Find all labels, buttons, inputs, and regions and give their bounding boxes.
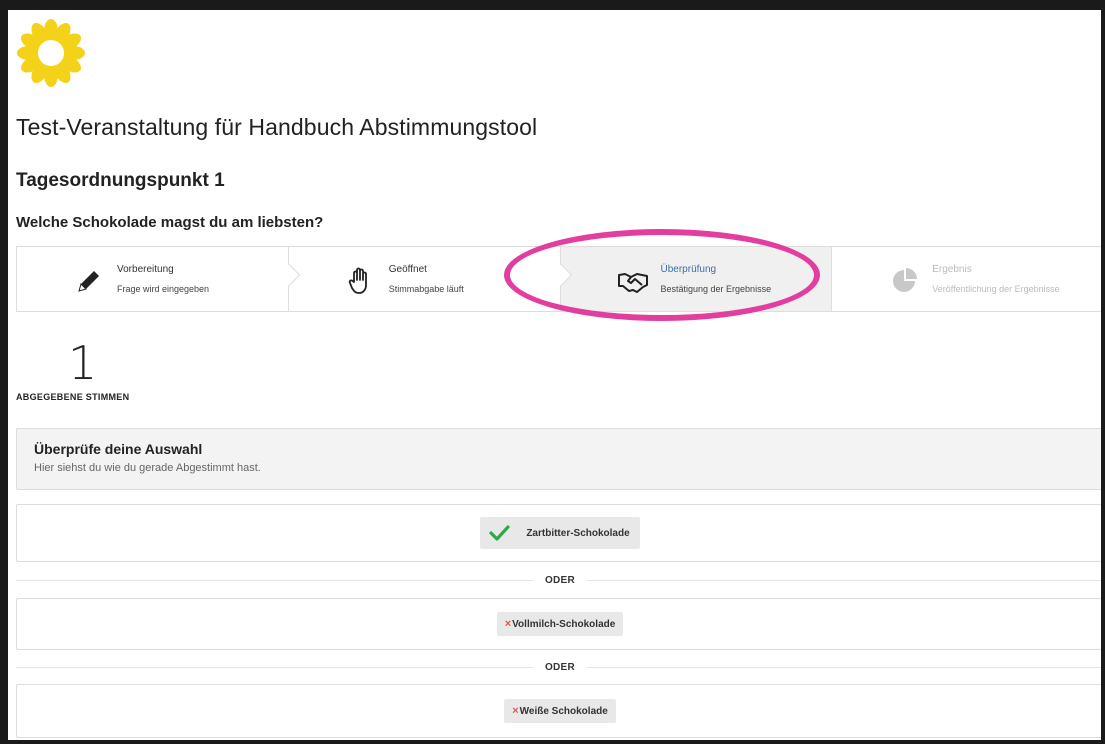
review-panel: Überprüfe deine Auswahl Hier siehst du w… <box>16 428 1101 490</box>
step-geoeffnet: Geöffnet Stimmabgabe läuft <box>287 247 572 311</box>
progress-steps: Vorbereitung Frage wird eingegeben Geöff… <box>16 246 1101 312</box>
pencil-icon <box>78 271 99 292</box>
handshake-icon <box>617 273 648 293</box>
step-vorbereitung: Vorbereitung Frage wird eingegeben <box>17 247 301 311</box>
question-text: Welche Schokolade magst du am liebsten? <box>16 214 324 231</box>
option-label: Vollmilch-Schokolade <box>512 618 616 630</box>
option-card: × Weiße Schokolade <box>16 684 1101 738</box>
event-title: Test-Veranstaltung für Handbuch Abstimmu… <box>16 114 538 140</box>
step-title: Geöffnet <box>388 264 427 275</box>
pie-chart-icon <box>893 268 918 292</box>
step-title: Ergebnis <box>932 264 972 275</box>
option-card: × Vollmilch-Schokolade <box>16 598 1101 650</box>
option-label: Zartbitter-Schokolade <box>526 527 630 539</box>
checkmark-icon <box>489 525 510 541</box>
step-subtitle: Frage wird eingegeben <box>117 284 210 294</box>
step-subtitle: Stimmabgabe läuft <box>388 284 464 294</box>
or-label: ODER <box>544 661 576 673</box>
review-subtitle: Hier siehst du wie du gerade Abgestimmt … <box>34 462 261 474</box>
review-title: Überprüfe deine Auswahl <box>34 441 203 457</box>
or-separator: ODER <box>16 660 1101 674</box>
hand-icon <box>348 267 367 294</box>
or-separator: ODER <box>16 573 1101 587</box>
step-ueberpruefung: Überprüfung Bestätigung der Ergebnisse <box>559 247 832 311</box>
step-subtitle: Veröffentlichung der Ergebnisse <box>932 284 1060 294</box>
step-ergebnis: Ergebnis Veröffentlichung der Ergebnisse <box>831 247 1101 311</box>
vote-count-label: ABGEGEBENE STIMMEN <box>16 392 130 402</box>
step-title: Vorbereitung <box>117 264 174 275</box>
sunflower-logo <box>17 19 85 87</box>
option-zartbitter[interactable]: Zartbitter-Schokolade <box>480 517 640 549</box>
step-subtitle: Bestätigung der Ergebnisse <box>660 284 772 294</box>
vote-count: 1 <box>68 336 98 390</box>
option-card: Zartbitter-Schokolade <box>16 504 1101 562</box>
option-label: Weiße Schokolade <box>519 705 608 717</box>
page: Test-Veranstaltung für Handbuch Abstimmu… <box>8 10 1101 740</box>
step-title: Überprüfung <box>660 264 717 275</box>
agenda-item-title: Tagesordnungspunkt 1 <box>16 170 225 191</box>
cross-icon: × <box>504 618 512 630</box>
option-weisse[interactable]: × Weiße Schokolade <box>504 699 616 723</box>
or-label: ODER <box>544 574 576 586</box>
cross-icon: × <box>512 705 519 717</box>
option-vollmilch[interactable]: × Vollmilch-Schokolade <box>496 612 624 636</box>
